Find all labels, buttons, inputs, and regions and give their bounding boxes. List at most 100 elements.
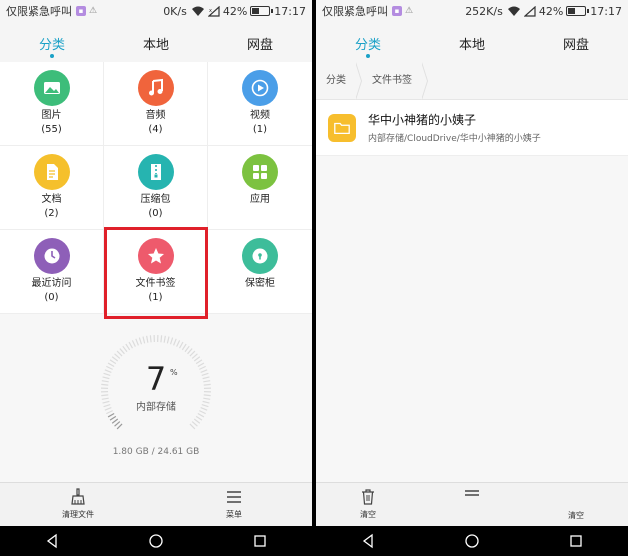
wifi-icon: [507, 6, 520, 16]
carrier-text: 仅限紧急呼叫: [322, 5, 388, 18]
tab-cloud[interactable]: 网盘: [524, 22, 628, 62]
category-count: (4): [148, 124, 163, 135]
clean-files-button[interactable]: 清理文件: [0, 483, 156, 526]
battery-percent: 42%: [538, 4, 564, 18]
storage-percent-unit: %: [170, 368, 178, 377]
home-icon[interactable]: [148, 533, 164, 549]
broom-icon: [71, 488, 85, 505]
tab-label: 网盘: [246, 38, 273, 53]
category-images[interactable]: 图片 (55): [0, 62, 104, 146]
bottom-toolbar: 清理文件 菜单: [0, 482, 312, 526]
gauge-tick: [181, 343, 187, 351]
gauge-tick: [122, 345, 128, 353]
back-icon[interactable]: [360, 533, 376, 549]
home-icon[interactable]: [464, 533, 480, 549]
tab-local[interactable]: 本地: [104, 22, 208, 62]
sim-icon: ▪: [76, 6, 86, 16]
list-item[interactable]: 华中小神猪的小姨子 内部存储/CloudDrive/华中小神猪的小姨子: [316, 100, 628, 156]
menu-button[interactable]: [420, 483, 524, 526]
category-label: 文档: [41, 194, 62, 205]
gauge-tick: [191, 421, 198, 427]
gauge-tick: [193, 418, 201, 424]
gauge-tick: [166, 336, 170, 344]
breadcrumb-item-bookmarks[interactable]: 文件书签: [356, 61, 428, 100]
tab-category[interactable]: 分类: [316, 22, 420, 62]
category-recent[interactable]: 最近访问 (0): [0, 230, 104, 314]
gauge-tick: [160, 335, 163, 343]
gauge-tick: [163, 335, 166, 343]
network-speed: 0K/s: [163, 4, 187, 18]
gauge-tick: [109, 415, 117, 421]
clear-button[interactable]: 清空: [316, 483, 420, 526]
gauge-tick: [173, 338, 177, 346]
sim-icon: ▪: [392, 6, 402, 16]
category-count: (1): [252, 124, 268, 135]
gauge-tick: [197, 413, 205, 418]
gauge-tick: [114, 421, 121, 427]
clear-label-2: 清空: [568, 511, 584, 520]
tab-cloud[interactable]: 网盘: [208, 22, 312, 62]
category-safe[interactable]: 保密柜: [208, 230, 312, 314]
tab-label: 本地: [458, 38, 485, 53]
menu-icon: [227, 491, 241, 503]
gauge-tick: [131, 340, 136, 347]
lock-icon: [242, 238, 278, 274]
active-tab-indicator: [366, 54, 370, 58]
gauge-tick: [119, 348, 125, 355]
gauge-tick: [138, 337, 143, 345]
wifi-icon: [191, 6, 204, 16]
clear-button-2[interactable]: 清空: [524, 483, 628, 526]
music-note-icon: [137, 70, 174, 106]
clear-label: 清空: [360, 510, 376, 519]
item-title: 华中小神猪的小姨子: [368, 113, 477, 127]
gauge-tick: [169, 337, 174, 345]
svg-text:x: x: [209, 8, 212, 14]
warning-icon: ⚠: [89, 6, 98, 16]
gauge-tick: [187, 348, 193, 355]
recents-icon[interactable]: [252, 533, 268, 549]
gauge-tick: [179, 341, 184, 349]
zip-icon: [137, 154, 174, 190]
play-icon: [242, 70, 278, 106]
gauge-tick: [111, 418, 119, 424]
category-apps[interactable]: 应用: [208, 146, 312, 230]
category-label: 最近访问: [31, 278, 72, 289]
storage-percent: 7: [145, 360, 167, 398]
recents-icon[interactable]: [568, 533, 584, 549]
battery-icon: [566, 6, 590, 16]
carrier-text: 仅限紧急呼叫: [6, 5, 72, 18]
gauge-tick: [189, 350, 196, 357]
gauge-tick: [195, 415, 203, 421]
category-count: (0): [148, 208, 163, 219]
category-documents[interactable]: 文档 (2): [0, 146, 104, 230]
category-audio[interactable]: 音频 (4): [104, 62, 208, 146]
clock: 17:17: [274, 4, 306, 18]
menu-label: 菜单: [226, 510, 242, 519]
tab-label: 网盘: [562, 38, 589, 53]
battery-percent: 42%: [222, 4, 248, 18]
tab-label: 分类: [354, 38, 381, 53]
clock-icon: [33, 238, 70, 274]
category-video[interactable]: 视频 (1): [208, 62, 312, 146]
tab-category[interactable]: 分类: [0, 22, 104, 62]
storage-size: 1.80 GB / 24.61 GB: [112, 447, 200, 457]
signal-icon: [523, 5, 536, 17]
back-icon[interactable]: [44, 533, 60, 549]
clean-files-label: 清理文件: [62, 510, 94, 519]
menu-button[interactable]: 菜单: [156, 483, 312, 526]
gauge-tick: [184, 345, 190, 353]
category-archives[interactable]: 压缩包 (0): [104, 146, 208, 230]
apps-icon: [242, 154, 278, 190]
breadcrumb-item-category[interactable]: 分类: [316, 61, 362, 100]
status-bar: 仅限紧急呼叫 ▪ ⚠ 0K/s x 42% 17:17: [0, 0, 312, 22]
gauge-tick: [176, 340, 181, 347]
status-bar: 仅限紧急呼叫 ▪ ⚠ 252K/s 42% 17:17: [316, 0, 628, 22]
nav-bar-right: [316, 526, 628, 556]
battery-icon: [250, 6, 274, 16]
tab-local[interactable]: 本地: [420, 22, 524, 62]
tab-label: 分类: [38, 38, 65, 53]
category-count: (0): [44, 292, 59, 303]
gauge-tick: [107, 413, 115, 418]
gauge-tick: [189, 423, 196, 430]
category-label: 音频: [145, 110, 166, 121]
